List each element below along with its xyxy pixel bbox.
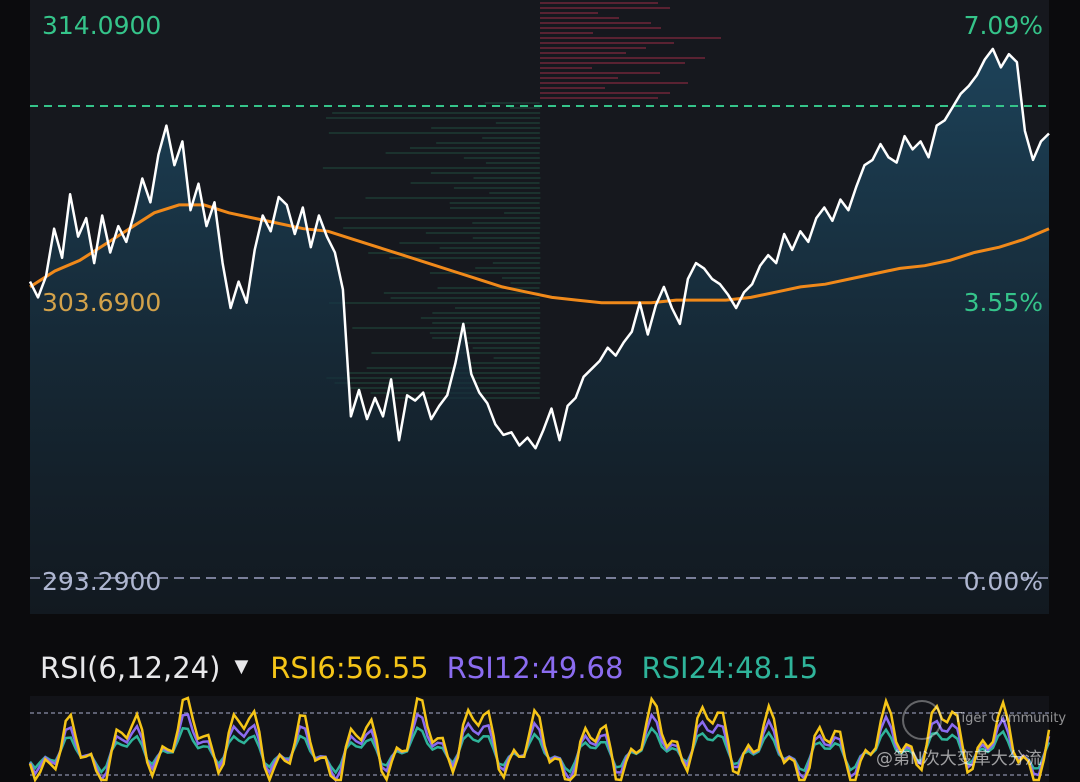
- volume-profile-bar: [432, 337, 541, 339]
- volume-profile-bar: [540, 47, 646, 49]
- volume-profile-bar: [410, 182, 540, 184]
- volume-profile-bar: [509, 107, 540, 109]
- volume-profile-bar: [492, 262, 540, 264]
- volume-profile-bar: [540, 97, 658, 99]
- y-label-left-high: 314.0900: [42, 11, 161, 40]
- volume-profile-bar: [439, 247, 540, 249]
- volume-profile-bar: [348, 372, 541, 374]
- rsi-indicator-name[interactable]: RSI(6,12,24): [40, 651, 220, 685]
- volume-profile-bar: [484, 102, 540, 104]
- volume-profile-bar: [430, 172, 540, 174]
- volume-profile-bar: [493, 357, 540, 359]
- price-chart[interactable]: 314.0900 303.6900 293.2900 7.09% 3.55% 0…: [0, 0, 1080, 640]
- volume-profile-bar: [463, 157, 540, 159]
- volume-profile-bar: [472, 222, 541, 224]
- volume-profile-bar: [485, 162, 540, 164]
- volume-profile-bar: [334, 217, 540, 219]
- volume-profile-bar: [437, 287, 540, 289]
- caret-down-icon[interactable]: ▼: [234, 656, 248, 677]
- volume-profile-bar: [432, 312, 541, 314]
- volume-profile-bar: [347, 387, 540, 389]
- volume-profile-bar: [540, 82, 688, 84]
- volume-profile-bar: [540, 12, 598, 14]
- volume-profile-bar: [540, 2, 658, 4]
- volume-profile-bar: [383, 292, 540, 294]
- tiger-logo-icon: [902, 700, 942, 740]
- volume-profile-bar: [467, 342, 541, 344]
- volume-profile-bar: [540, 62, 685, 64]
- volume-profile-bar: [540, 77, 618, 79]
- volume-profile-bar: [472, 347, 540, 349]
- volume-profile-bar: [328, 302, 540, 304]
- volume-profile-bar: [326, 117, 541, 119]
- volume-profile-bar: [540, 87, 605, 89]
- volume-profile-bar: [540, 57, 705, 59]
- volume-profile-bar: [365, 197, 541, 199]
- y-label-right-high: 7.09%: [964, 11, 1043, 40]
- rsi12-value: RSI12:49.68: [446, 651, 624, 685]
- volume-profile-bar: [475, 267, 541, 269]
- y-label-left-low: 293.2900: [42, 567, 161, 596]
- volume-profile-bar: [328, 132, 540, 134]
- volume-profile-bar: [540, 32, 593, 34]
- watermark-user: @第N次大变革大分流: [876, 749, 1042, 769]
- volume-profile-bar: [540, 67, 592, 69]
- volume-profile-bar: [540, 37, 721, 39]
- volume-profile-bar: [352, 327, 541, 329]
- y-label-right-low: 0.00%: [964, 567, 1043, 596]
- watermark-brand: Tiger Community: [954, 711, 1067, 726]
- volume-profile-bar: [343, 227, 541, 229]
- volume-profile-bar: [425, 232, 540, 234]
- volume-profile-bar: [371, 352, 541, 354]
- volume-profile-bar: [540, 17, 619, 19]
- volume-profile-bar: [495, 122, 540, 124]
- stock-chart-screen: 314.0900 303.6900 293.2900 7.09% 3.55% 0…: [0, 0, 1080, 782]
- volume-profile-bar: [453, 187, 540, 189]
- volume-profile-bar: [449, 207, 540, 209]
- volume-profile-bar: [409, 147, 540, 149]
- volume-profile-bar: [429, 332, 540, 334]
- volume-profile-bar: [540, 27, 661, 29]
- volume-profile-bar: [540, 92, 670, 94]
- volume-profile-bar: [390, 297, 540, 299]
- rsi24-value: RSI24:48.15: [641, 651, 819, 685]
- volume-profile-bar: [455, 307, 541, 309]
- volume-profile-bar: [472, 237, 540, 239]
- volume-profile-bar: [334, 382, 540, 384]
- volume-profile-bar: [540, 42, 674, 44]
- volume-profile-bar: [322, 167, 540, 169]
- volume-profile-bar: [540, 52, 626, 54]
- volume-profile-bar: [482, 137, 541, 139]
- volume-profile-bar: [420, 317, 540, 319]
- y-label-right-mid: 3.55%: [964, 288, 1043, 317]
- volume-profile-bar: [431, 127, 541, 129]
- volume-profile-bar: [432, 322, 541, 324]
- rsi-header: RSI(6,12,24) ▼ RSI6:56.55 RSI12:49.68 RS…: [40, 648, 818, 688]
- volume-profile-bar: [449, 202, 540, 204]
- volume-profile-bar: [429, 272, 540, 274]
- volume-profile-bar: [504, 212, 541, 214]
- volume-profile-bar: [540, 22, 651, 24]
- volume-profile-bar: [465, 362, 540, 364]
- y-label-left-mid: 303.6900: [42, 288, 161, 317]
- volume-profile-bar: [326, 377, 541, 379]
- volume-profile-bar: [436, 142, 541, 144]
- volume-profile-bar: [540, 72, 660, 74]
- volume-profile-bar: [510, 282, 541, 284]
- volume-profile-bar: [501, 277, 540, 279]
- volume-profile-bar: [332, 112, 541, 114]
- volume-profile-bar: [489, 192, 541, 194]
- volume-profile-bar: [540, 7, 670, 9]
- rsi6-value: RSI6:56.55: [270, 651, 429, 685]
- volume-profile-bar: [399, 242, 541, 244]
- volume-profile-bar: [385, 152, 540, 154]
- volume-profile-bar: [473, 177, 541, 179]
